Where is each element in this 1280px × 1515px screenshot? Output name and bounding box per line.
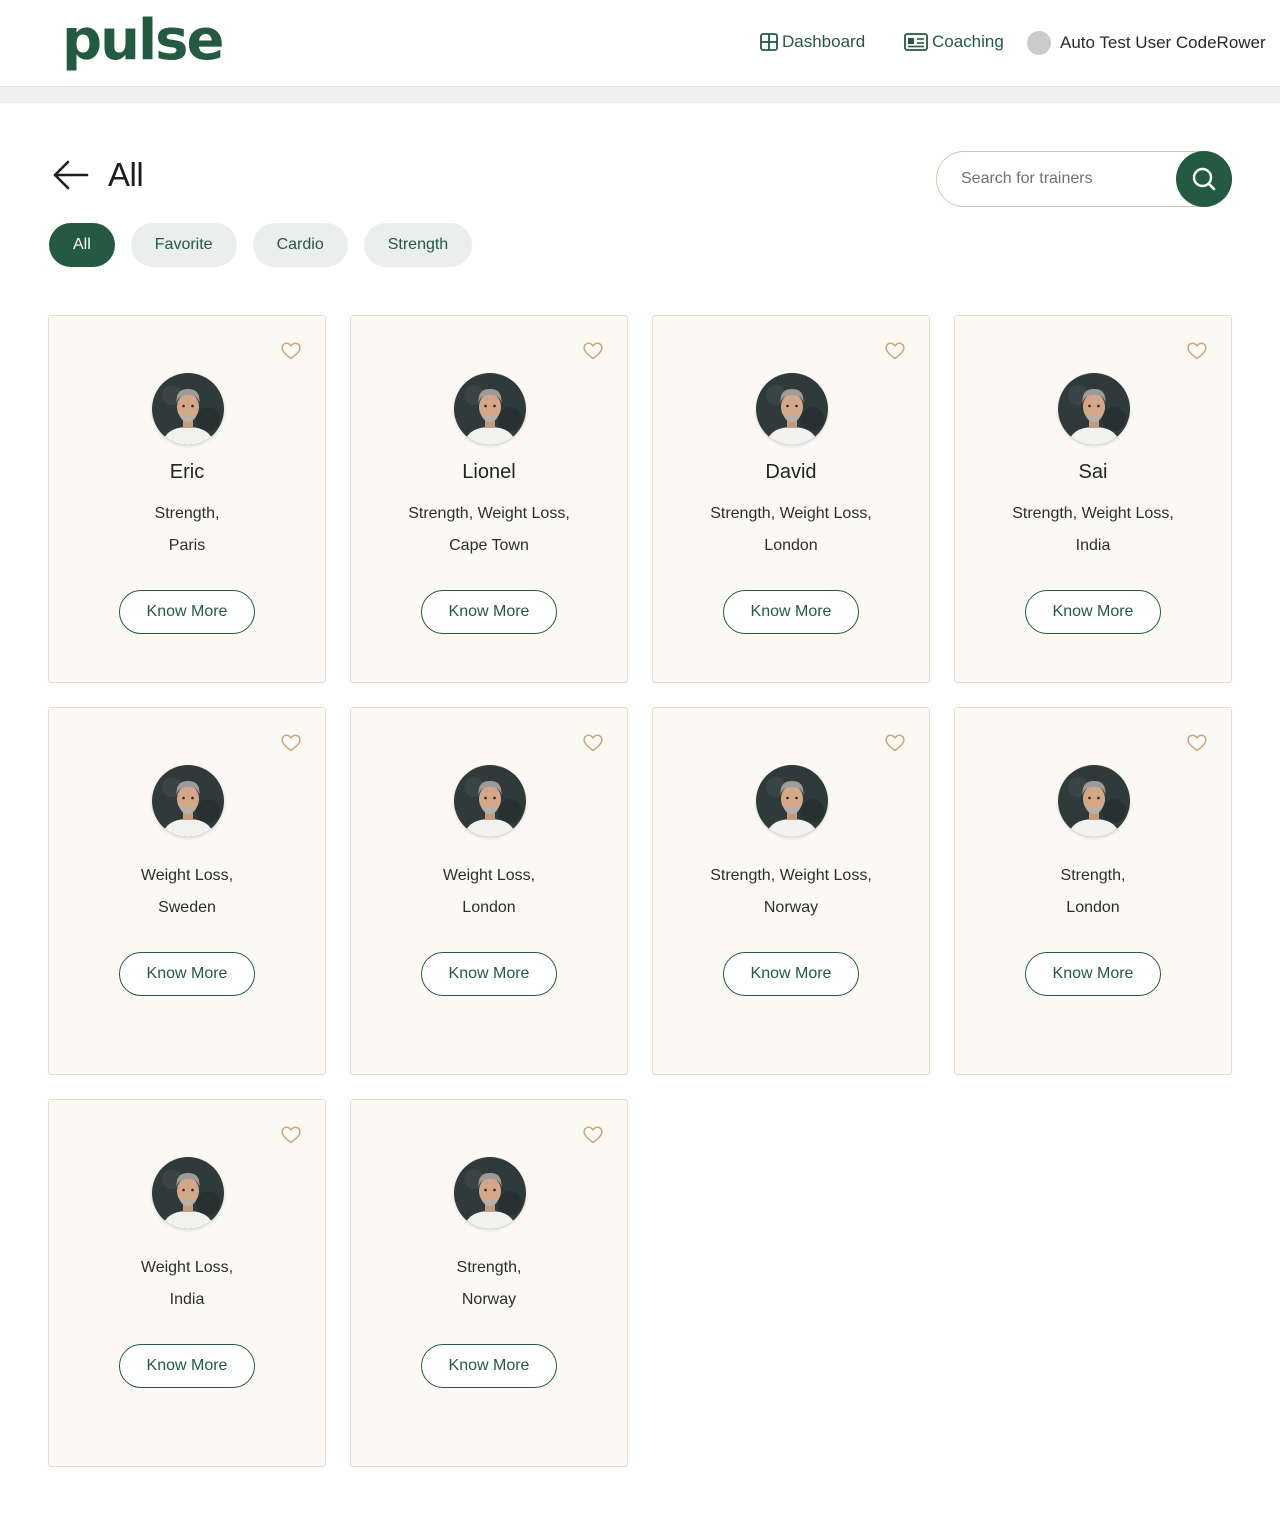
trainer-card: Weight Loss, London Know More [350,707,628,1075]
filter-chip-strength[interactable]: Strength [363,223,473,267]
id-card-icon [904,33,928,51]
heart-icon[interactable] [281,342,301,360]
trainer-location: India [1075,537,1111,554]
trainer-specialties: Strength, [154,505,220,522]
trainer-location: Paris [168,537,206,554]
heart-icon[interactable] [583,1126,603,1144]
filter-chip-cardio[interactable]: Cardio [252,223,348,267]
search-button[interactable] [1176,151,1232,207]
trainer-location: London [1066,899,1120,916]
know-more-button[interactable]: Know More [1025,952,1161,996]
trainer-search [936,151,1232,207]
trainer-specialties: Weight Loss, [140,1259,234,1276]
nav-coaching-label: Coaching [932,32,1004,51]
nav-coaching[interactable]: Coaching [904,30,1004,54]
user-avatar [1027,31,1051,55]
know-more-button[interactable]: Know More [1025,590,1161,634]
trainer-avatar [756,373,828,445]
trainer-specialties: Strength, Weight Loss, [710,505,872,522]
trainer-specialties: Strength, Weight Loss, [1012,505,1174,522]
heart-icon[interactable] [281,734,301,752]
pulse-logo[interactable]: pulse [62,6,224,76]
know-more-button[interactable]: Know More [421,1344,557,1388]
trainer-name: Eric [169,461,205,483]
trainer-specialties: Weight Loss, [140,867,234,884]
trainer-name: Sai [1078,461,1108,483]
heart-icon[interactable] [281,1126,301,1144]
trainer-location: London [462,899,516,916]
trainer-avatar [454,765,526,837]
trainer-location: London [764,537,818,554]
heart-icon[interactable] [583,342,603,360]
trainer-specialties: Strength, Weight Loss, [710,867,872,884]
back-arrow-icon[interactable] [52,158,90,192]
trainer-location: Cape Town [449,537,529,554]
know-more-button[interactable]: Know More [421,952,557,996]
trainer-card: Lionel Strength, Weight Loss, Cape Town … [350,315,628,683]
trainer-avatar [1058,373,1130,445]
trainer-card: Strength, Norway Know More [350,1099,628,1467]
trainer-card: David Strength, Weight Loss, London Know… [652,315,930,683]
trainer-avatar [454,1157,526,1229]
filter-chip-favorite[interactable]: Favorite [130,223,237,267]
trainer-card: Strength, London Know More [954,707,1232,1075]
heart-icon[interactable] [1187,342,1207,360]
trainer-specialties: Strength, [1060,867,1126,884]
trainer-avatar [756,765,828,837]
search-input[interactable] [961,152,1171,206]
know-more-button[interactable]: Know More [723,952,859,996]
header-divider-bar [0,87,1280,103]
trainer-location: Norway [763,899,819,916]
page-title: All [108,156,144,193]
heart-icon[interactable] [885,342,905,360]
trainer-card: Weight Loss, Sweden Know More [48,707,326,1075]
know-more-button[interactable]: Know More [119,590,255,634]
heart-icon[interactable] [583,734,603,752]
know-more-button[interactable]: Know More [421,590,557,634]
user-menu[interactable]: Auto Test User CodeRower [1027,30,1266,56]
trainer-avatar [152,765,224,837]
user-name: Auto Test User CodeRower [1060,33,1266,52]
trainer-grid: Eric Strength, Paris Know More Lionel St… [48,315,1232,1467]
trainer-specialties: Strength, Weight Loss, [408,505,570,522]
trainer-specialties: Weight Loss, [442,867,536,884]
trainer-card: Eric Strength, Paris Know More [48,315,326,683]
know-more-button[interactable]: Know More [723,590,859,634]
know-more-button[interactable]: Know More [119,952,255,996]
trainer-name: Lionel [462,461,516,483]
trainer-location: Norway [461,1291,517,1308]
filter-chips: All Favorite Cardio Strength [49,223,473,267]
grid-icon [760,33,778,51]
trainer-card: Strength, Weight Loss, Norway Know More [652,707,930,1075]
trainer-location: Sweden [158,899,216,916]
trainer-avatar [454,373,526,445]
trainer-name: David [765,461,817,483]
nav-dashboard[interactable]: Dashboard [760,30,865,54]
heart-icon[interactable] [1187,734,1207,752]
trainer-location: India [169,1291,205,1308]
know-more-button[interactable]: Know More [119,1344,255,1388]
trainer-avatar [152,1157,224,1229]
top-header: pulse Dashboard Coaching Auto Test User … [0,0,1280,87]
trainer-card: Weight Loss, India Know More [48,1099,326,1467]
trainer-card: Sai Strength, Weight Loss, India Know Mo… [954,315,1232,683]
trainer-avatar [152,373,224,445]
trainer-avatar [1058,765,1130,837]
nav-dashboard-label: Dashboard [782,32,866,51]
filter-chip-all[interactable]: All [49,223,115,267]
trainer-specialties: Strength, [456,1259,522,1276]
search-icon [1191,166,1217,192]
heart-icon[interactable] [885,734,905,752]
